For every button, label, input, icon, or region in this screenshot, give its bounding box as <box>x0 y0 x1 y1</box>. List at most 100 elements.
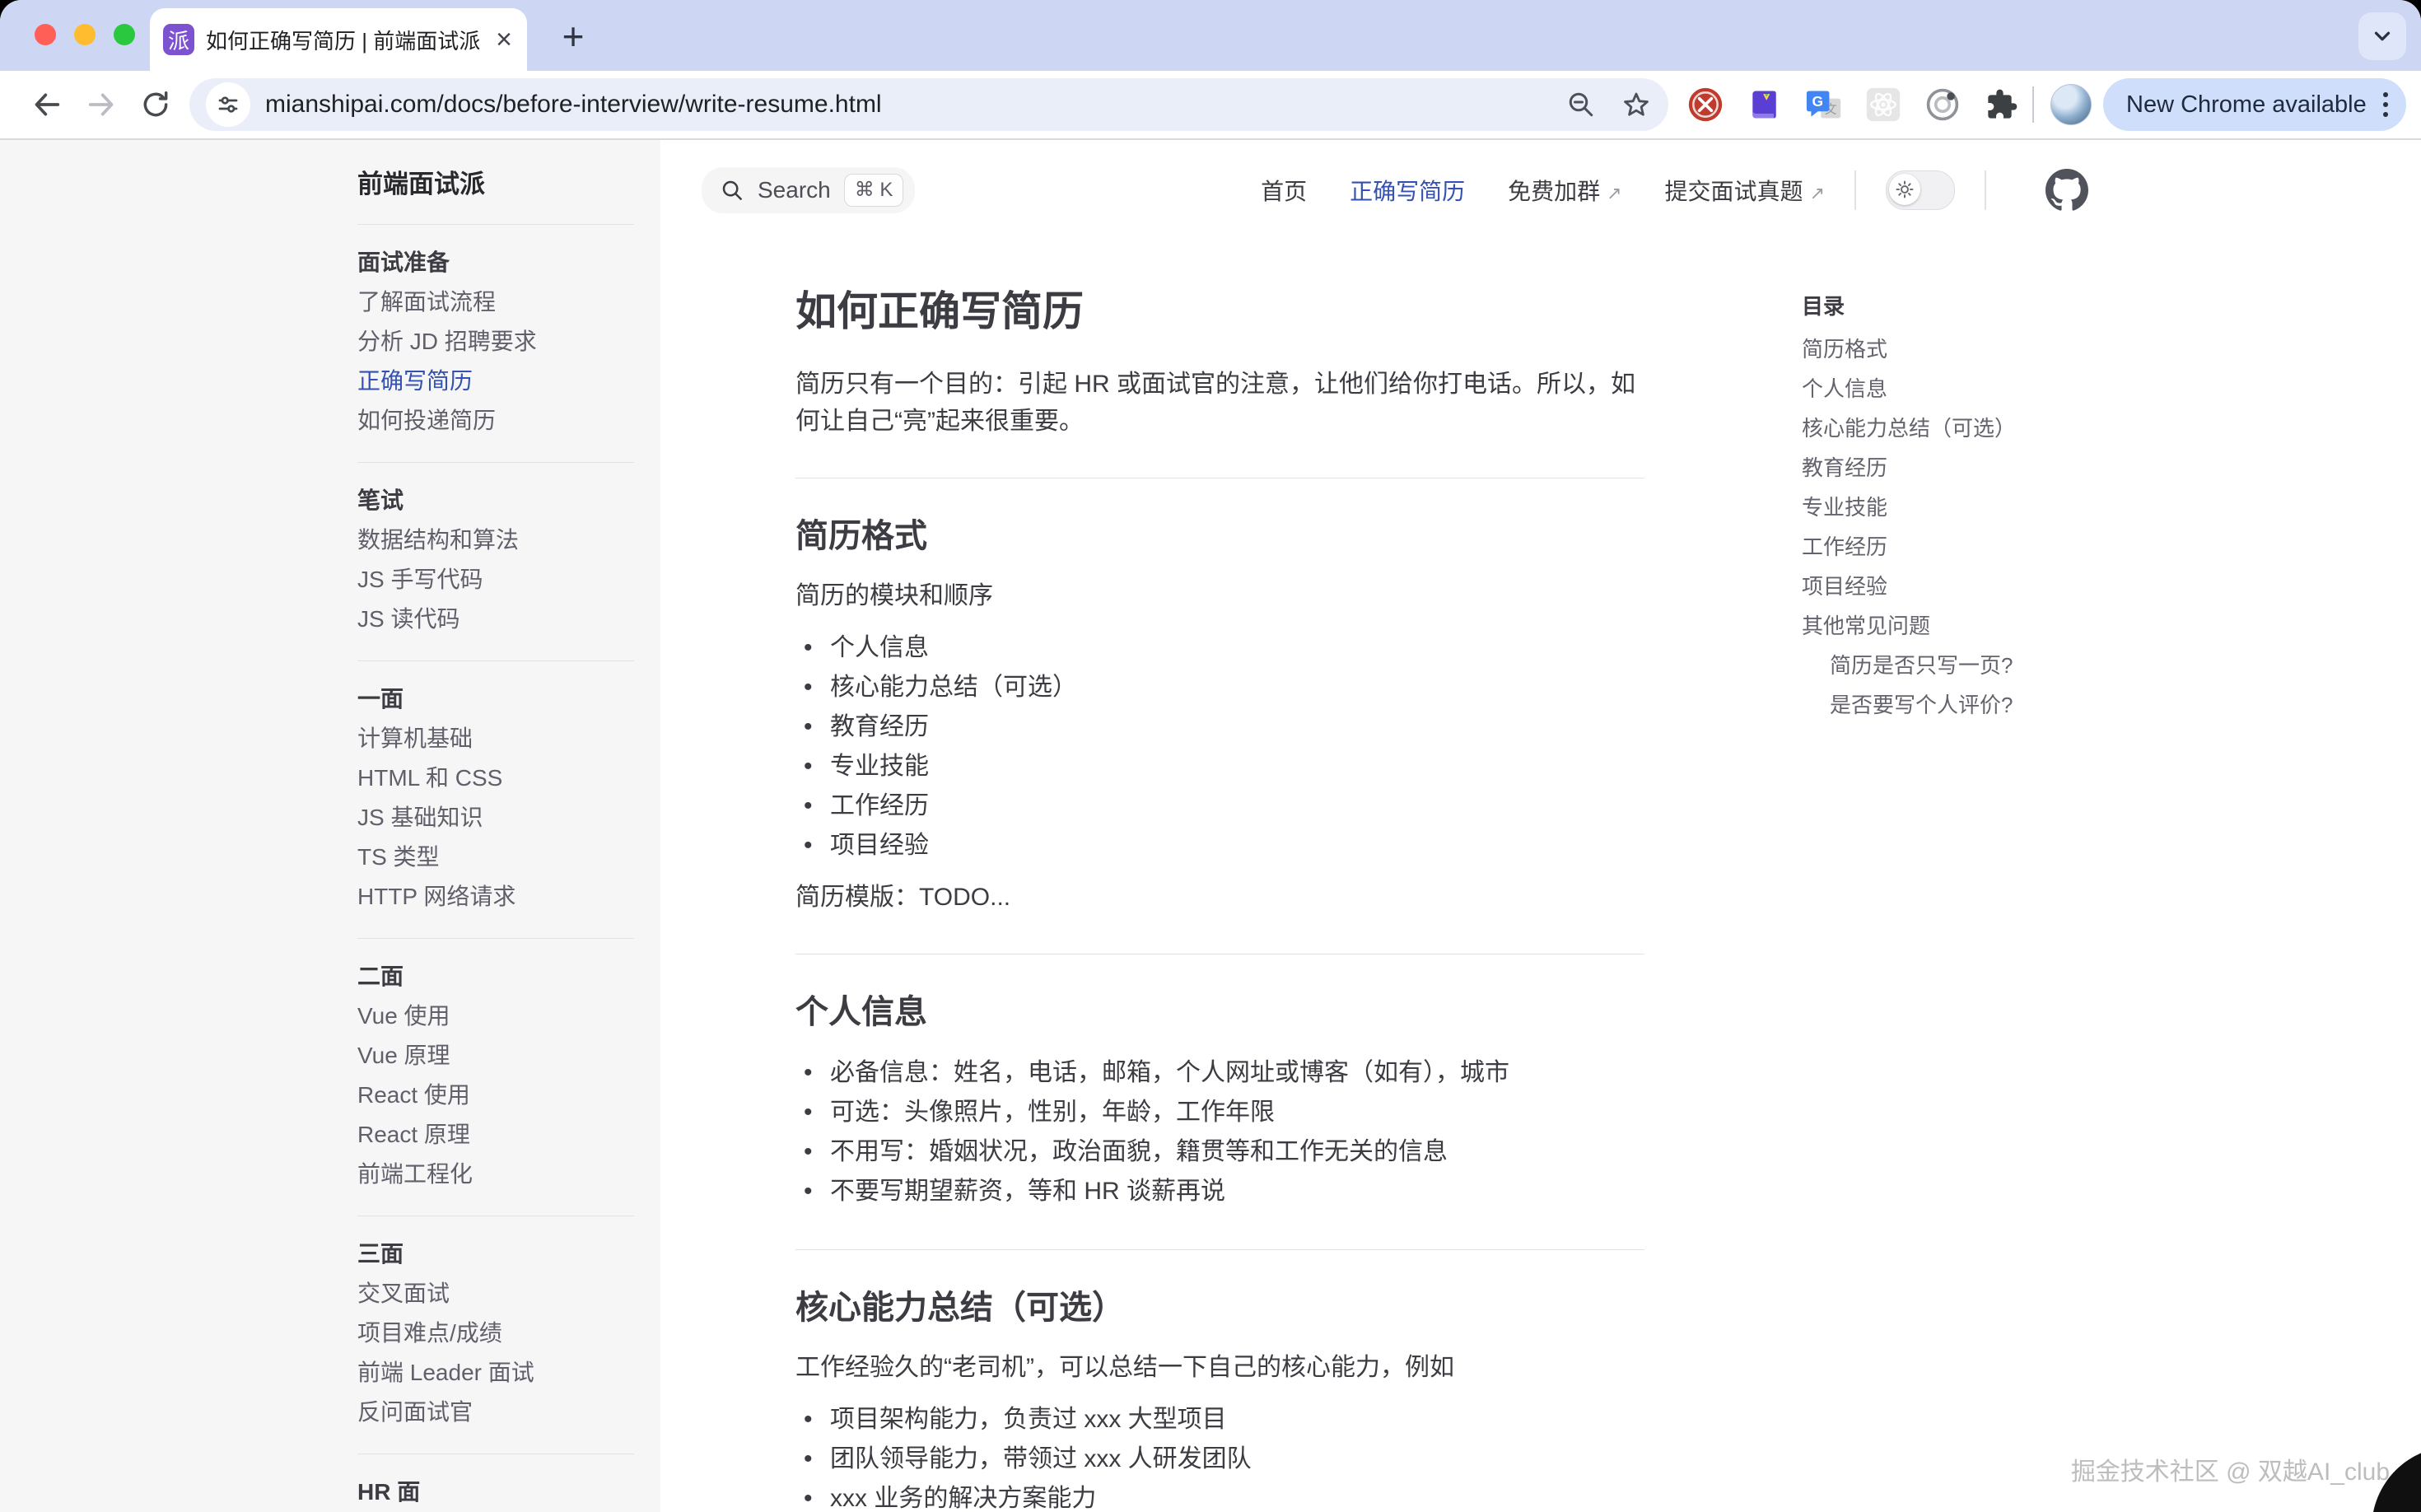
back-button[interactable] <box>20 77 74 132</box>
close-window-button[interactable] <box>35 24 56 45</box>
toc-link[interactable]: 项目经验 <box>1802 574 1887 599</box>
sidebar-group: 笔试数据结构和算法JS 手写代码JS 读代码 <box>357 462 634 660</box>
article: 如何正确写简历 简历只有一个目的：引起 HR 或面试官的注意，让他们给你打电话。… <box>795 287 1644 1512</box>
sidebar-item[interactable]: 正确写简历 <box>357 362 634 401</box>
zoom-out-button[interactable] <box>1566 90 1596 119</box>
sidebar-item[interactable]: 数据结构和算法 <box>357 520 634 560</box>
nav-link[interactable]: 免费加群↗ <box>1508 174 1621 207</box>
sidebar-item[interactable]: JS 基础知识 <box>357 798 634 838</box>
sidebar-item[interactable]: 了解面试流程 <box>357 282 634 322</box>
toc-link[interactable]: 个人信息 <box>1802 376 1887 401</box>
article-section: 个人信息必备信息：姓名，电话，邮箱，个人网址或博客（如有），城市可选：头像照片，… <box>795 954 1644 1211</box>
article-section: 核心能力总结（可选）工作经验久的“老司机”，可以总结一下自己的核心能力，例如项目… <box>795 1249 1644 1512</box>
star-icon <box>1621 89 1652 120</box>
toc-item[interactable]: 专业技能 <box>1802 488 2148 527</box>
sidebar-group-title: 二面 <box>357 957 634 996</box>
toc-subitem[interactable]: 是否要写个人评价? <box>1830 685 2148 725</box>
section-outro: 简历模版：TODO... <box>795 879 1644 916</box>
extension-orbit-icon[interactable] <box>1924 86 1962 124</box>
toc-link[interactable]: 简历是否只写一页? <box>1830 653 2013 678</box>
sidebar-item[interactable]: HTTP 网络请求 <box>357 877 634 917</box>
profile-avatar[interactable] <box>2050 84 2092 125</box>
toc-item[interactable]: 教育经历 <box>1802 448 2148 488</box>
toc-item[interactable]: 工作经历 <box>1802 527 2148 567</box>
sidebar-group: 三面交叉面试项目难点/成绩前端 Leader 面试反问面试官 <box>357 1216 634 1454</box>
sidebar-item[interactable]: JS 手写代码 <box>357 560 634 600</box>
chrome-update-button[interactable]: New Chrome available <box>2103 78 2406 131</box>
minimize-window-button[interactable] <box>74 24 96 45</box>
refresh-button[interactable] <box>128 77 183 132</box>
page-title: 如何正确写简历 <box>795 287 1644 336</box>
sidebar-group: HR 面 <box>357 1454 634 1512</box>
bullet-list: 项目架构能力，负责过 xxx 大型项目团队领导能力，带领过 xxx 人研发团队x… <box>795 1400 1644 1512</box>
sidebar-group: 二面Vue 使用Vue 原理React 使用React 原理前端工程化 <box>357 938 634 1216</box>
sidebar-item[interactable]: 前端 Leader 面试 <box>357 1353 634 1393</box>
browser-menu-icon[interactable] <box>2378 92 2393 117</box>
theme-toggle[interactable] <box>1886 170 1955 210</box>
bullet-item: 教育经历 <box>800 707 1644 747</box>
toc-subitem[interactable]: 简历是否只写一页? <box>1830 646 2148 685</box>
sidebar-item[interactable]: Vue 使用 <box>357 996 634 1036</box>
toolbar-divider <box>2032 86 2034 123</box>
browser-toolbar: mianshipai.com/docs/before-interview/wri… <box>0 71 2421 140</box>
toc-link[interactable]: 简历格式 <box>1802 337 1887 362</box>
toc-link[interactable]: 工作经历 <box>1802 534 1887 559</box>
toc-item[interactable]: 个人信息 <box>1802 369 2148 408</box>
sidebar-item[interactable]: TS 类型 <box>357 838 634 877</box>
toc-link[interactable]: 是否要写个人评价? <box>1830 693 2013 717</box>
url-text[interactable]: mianshipai.com/docs/before-interview/wri… <box>265 91 1542 119</box>
sidebar-item[interactable]: Vue 原理 <box>357 1036 634 1076</box>
nav-link[interactable]: 首页 <box>1261 174 1307 207</box>
sidebar-item[interactable]: 交叉面试 <box>357 1274 634 1314</box>
extension-google-translate-icon[interactable]: 文G <box>1805 86 1843 124</box>
toc-item[interactable]: 核心能力总结（可选） <box>1802 408 2148 448</box>
svg-text:G: G <box>1812 93 1824 110</box>
sidebar-item[interactable]: React 原理 <box>357 1115 634 1155</box>
site-logo[interactable]: 前端面试派 <box>357 165 634 224</box>
sidebar-item[interactable]: 项目难点/成绩 <box>357 1314 634 1353</box>
maximize-window-button[interactable] <box>114 24 135 45</box>
toc-link[interactable]: 教育经历 <box>1802 455 1887 480</box>
tab-close-icon[interactable]: × <box>496 26 512 54</box>
macos-window-controls[interactable] <box>35 24 135 45</box>
toc-item[interactable]: 简历格式 <box>1802 329 2148 369</box>
nav-link[interactable]: 正确写简历 <box>1350 174 1465 207</box>
search-button[interactable]: Search ⌘ K <box>702 167 915 213</box>
refresh-icon <box>140 89 171 120</box>
sidebar-item[interactable]: 前端工程化 <box>357 1155 634 1194</box>
sidebar-item[interactable]: JS 读代码 <box>357 600 634 639</box>
tab-search-chevron-button[interactable] <box>2358 12 2406 60</box>
extension-purple-book-icon[interactable] <box>1746 86 1784 124</box>
forward-button[interactable] <box>74 77 128 132</box>
url-bar[interactable]: mianshipai.com/docs/before-interview/wri… <box>189 78 1668 131</box>
article-section: 简历格式简历的模块和顺序个人信息核心能力总结（可选）教育经历专业技能工作经历项目… <box>795 478 1644 916</box>
toc-link[interactable]: 其他常见问题 <box>1802 614 1930 638</box>
browser-tab[interactable]: 派 如何正确写简历 | 前端面试派 × <box>150 8 527 71</box>
sidebar-item[interactable]: 反问面试官 <box>357 1393 634 1432</box>
bullet-item: 专业技能 <box>800 747 1644 786</box>
sidebar-item[interactable]: React 使用 <box>357 1076 634 1115</box>
bookmark-star-button[interactable] <box>1621 89 1652 120</box>
new-tab-button[interactable]: + <box>550 13 596 59</box>
toc-item[interactable]: 项目经验 <box>1802 567 2148 606</box>
sidebar: 前端面试派 面试准备了解面试流程分析 JD 招聘要求正确写简历如何投递简历笔试数… <box>0 140 660 1512</box>
bullet-item: 可选：头像照片，性别，年龄，工作年限 <box>800 1093 1644 1132</box>
sidebar-item[interactable]: 如何投递简历 <box>357 401 634 441</box>
chevron-down-icon <box>2370 24 2395 49</box>
section-heading: 个人信息 <box>795 954 1644 1032</box>
nav-link[interactable]: 提交面试真题↗ <box>1665 174 1825 207</box>
extension-red-badge-icon[interactable] <box>1686 86 1724 124</box>
extensions-puzzle-icon[interactable] <box>1983 86 2021 124</box>
sidebar-item[interactable]: 分析 JD 招聘要求 <box>357 322 634 362</box>
github-link[interactable] <box>2045 169 2088 212</box>
bullet-item: 工作经历 <box>800 786 1644 826</box>
site-settings-icon[interactable] <box>206 82 250 127</box>
github-icon <box>2045 169 2088 212</box>
table-of-contents: 目录 简历格式个人信息核心能力总结（可选）教育经历专业技能工作经历项目经验其他常… <box>1802 288 2148 725</box>
toc-link[interactable]: 专业技能 <box>1802 495 1887 520</box>
toc-link[interactable]: 核心能力总结（可选） <box>1802 416 2016 441</box>
toc-item[interactable]: 其他常见问题简历是否只写一页? 是否要写个人评价? <box>1802 606 2148 725</box>
sidebar-item[interactable]: HTML 和 CSS <box>357 758 634 798</box>
extension-react-devtools-icon[interactable] <box>1864 86 1902 124</box>
sidebar-item[interactable]: 计算机基础 <box>357 719 634 758</box>
